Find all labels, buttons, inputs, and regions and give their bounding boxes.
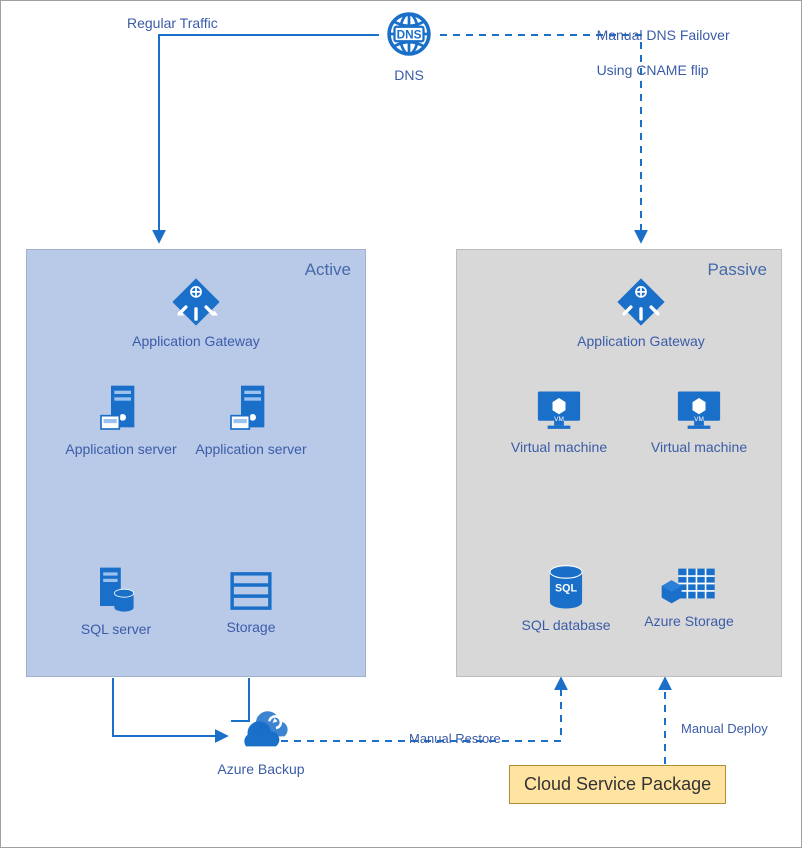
active-appgw-label: Application Gateway [121,333,271,349]
label-failover: Manual DNS Failover Using CNAME flip [581,9,730,97]
label-failover-line2: Using CNAME flip [597,62,709,78]
passive-vm1-node: VM Virtual machine [499,387,619,455]
active-sqlserver-label: SQL server [61,621,171,637]
active-sqlserver-node: SQL server [61,563,171,637]
active-appserver2-node: Application server [186,381,316,457]
passive-sqldb-label: SQL database [511,617,621,633]
label-failover-line1: Manual DNS Failover [597,27,730,43]
region-active-title: Active [305,260,351,280]
azure-storage-icon [660,563,718,609]
passive-vm2-label: Virtual machine [639,439,759,455]
passive-vm2-node: VM Virtual machine [639,387,759,455]
passive-storage-label: Azure Storage [629,613,749,629]
passive-sqldb-node: SQL SQL database [511,563,621,633]
vm-icon: VM [533,387,585,435]
app-gateway-icon [169,275,223,329]
azure-backup-label: Azure Backup [211,761,311,777]
azure-backup-icon [231,709,291,757]
sql-server-icon [92,563,140,617]
active-storage-label: Storage [201,619,301,635]
active-appserver2-label: Application server [186,441,316,457]
active-appgw-node: Application Gateway [121,275,271,349]
label-manual-restore: Manual Restore [409,731,501,747]
passive-storage-node: Azure Storage [629,563,749,629]
storage-icon [227,567,275,615]
dns-label: DNS [378,67,440,83]
active-storage-node: Storage [201,567,301,635]
label-regular-traffic: Regular Traffic [127,15,218,33]
svg-text:VM: VM [694,416,704,423]
active-appserver1-label: Application server [56,441,186,457]
passive-vm1-label: Virtual machine [499,439,619,455]
sql-database-icon: SQL [544,563,588,613]
dns-icon: DNS [380,5,438,63]
cloud-service-package-label: Cloud Service Package [524,774,711,794]
diagram-canvas: Regular Traffic Manual DNS Failover Usin… [0,0,802,848]
app-gateway-icon [614,275,668,329]
active-appserver1-node: Application server [56,381,186,457]
cloud-service-package-box: Cloud Service Package [509,765,726,804]
svg-text:VM: VM [554,416,564,423]
passive-appgw-label: Application Gateway [566,333,716,349]
server-icon [96,381,146,437]
region-passive-title: Passive [707,260,767,280]
azure-backup-node: Azure Backup [211,709,311,777]
vm-icon: VM [673,387,725,435]
server-icon [226,381,276,437]
svg-text:SQL: SQL [555,583,577,595]
dns-node: DNS DNS [378,5,440,83]
label-manual-deploy: Manual Deploy [681,721,768,737]
svg-text:DNS: DNS [397,29,422,42]
passive-appgw-node: Application Gateway [566,275,716,349]
